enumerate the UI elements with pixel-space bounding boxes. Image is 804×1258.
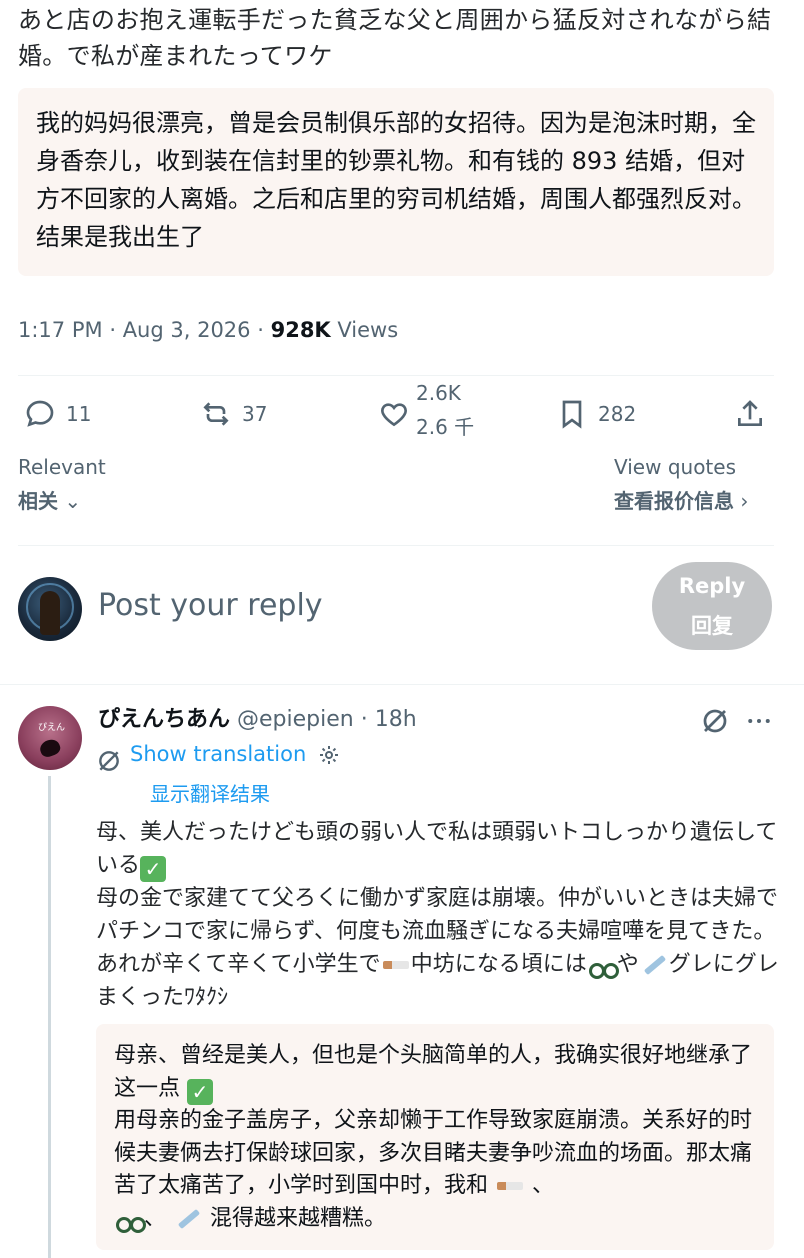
more-icon[interactable]	[744, 706, 774, 740]
motorcycle-icon	[114, 1207, 146, 1233]
syringe-icon	[173, 1207, 203, 1227]
thread-line	[48, 776, 51, 1258]
check-mark-icon: ✓	[140, 856, 167, 882]
reply-button-label: Reply	[678, 574, 746, 598]
view-quotes-zh: 查看报价信息 ›	[614, 489, 749, 513]
meta-separator: ·	[360, 707, 368, 732]
sort-relevant-label: Relevant	[18, 455, 106, 479]
retweet-action[interactable]: 37	[200, 398, 267, 430]
tweet-meta: 1:17 PM · Aug 3, 2026 · 928K Views	[18, 318, 398, 342]
like-count: 2.6K	[416, 381, 461, 405]
like-count-zh: 2.6 千	[416, 415, 475, 439]
sort-relevant[interactable]: Relevant 相关 ⌄	[18, 450, 106, 518]
meta-separator: ·	[109, 318, 116, 342]
meta-separator: ·	[257, 318, 264, 342]
tweet-translation-box: 我的妈妈很漂亮，曾是会员制俱乐部的女招待。因为是泡沫时期，全身香奈儿，收到装在信…	[18, 88, 774, 276]
bookmark-icon	[562, 400, 582, 429]
chevron-right-icon: ›	[734, 489, 749, 513]
divider	[0, 684, 804, 685]
reply-author-avatar[interactable]: ぴえん	[18, 706, 82, 770]
share-action[interactable]	[734, 398, 766, 430]
reply-body: 母、美人だったけども頭の弱い人で私は頭弱いトコしっかり遺伝している ✓ 母の金で家…	[96, 820, 779, 1010]
reply-button-label-zh: 回复	[691, 614, 733, 638]
cigarette-icon	[381, 953, 411, 973]
my-avatar[interactable]	[18, 577, 82, 641]
grok-icon[interactable]	[700, 706, 730, 740]
reply-action[interactable]: 11	[24, 398, 91, 430]
motorcycle-icon	[587, 953, 619, 979]
share-icon	[738, 400, 762, 426]
bookmark-count: 282	[598, 402, 637, 426]
reply-handle[interactable]: @epiepien	[237, 707, 354, 732]
heart-icon	[381, 403, 407, 427]
divider	[18, 545, 774, 546]
tweet-translation-text: 我的妈妈很漂亮，曾是会员制俱乐部的女招待。因为是泡沫时期，全身香奈儿，收到装在信…	[36, 109, 756, 251]
check-mark-icon: ✓	[187, 1078, 214, 1105]
reply-icon	[26, 400, 54, 427]
view-quotes-label: View quotes	[614, 455, 736, 479]
gear-icon[interactable]	[317, 743, 341, 767]
tweet-time[interactable]: 1:17 PM	[18, 318, 103, 342]
views-label: Views	[337, 318, 399, 342]
retweet-count: 37	[242, 402, 268, 426]
show-translation-link[interactable]: Show translation	[130, 742, 341, 767]
chevron-down-icon: ⌄	[58, 489, 82, 513]
tweet-date[interactable]: Aug 3, 2026	[123, 318, 251, 342]
reply-translation-box: 母亲、曾经是美人，但也是个头脑简单的人，我确实很好地继承了这一点 ✓ 用母亲的金…	[96, 1024, 774, 1250]
avatar-caption: ぴえん	[38, 723, 66, 733]
reply-translation-text: 母亲、曾经是美人，但也是个头脑简单的人，我确实很好地继承了这一点 ✓ 用母亲的金…	[114, 1043, 753, 1233]
tweet-original-text: あと店のお抱え運転手だった貧乏な父と周囲から猛反対されながら結婚。で私が産まれた…	[18, 6, 772, 70]
reply-input[interactable]: Post your reply	[98, 588, 323, 623]
translate-icon	[96, 748, 122, 778]
sort-relevant-zh: 相关 ⌄	[18, 489, 82, 513]
reply-count: 11	[66, 402, 92, 426]
divider	[18, 375, 774, 376]
like-counts: 2.6K 2.6 千	[416, 378, 474, 442]
bookmark-action[interactable]: 282	[556, 398, 636, 430]
views-count: 928K	[270, 318, 331, 342]
syringe-icon	[639, 953, 669, 973]
reply-display-name[interactable]: ぴえんちあん	[98, 707, 230, 732]
reply-age[interactable]: 18h	[375, 707, 417, 732]
view-quotes-link[interactable]: View quotes 查看报价信息 ›	[614, 450, 748, 518]
retweet-icon	[203, 402, 229, 426]
reply-button[interactable]: Reply 回复	[652, 562, 772, 650]
show-translation-zh[interactable]: 显示翻译结果	[150, 778, 270, 807]
reply-author: ぴえんちあん @epiepien · 18h	[98, 704, 417, 736]
like-action[interactable]	[378, 398, 410, 430]
cigarette-icon	[495, 1174, 525, 1194]
